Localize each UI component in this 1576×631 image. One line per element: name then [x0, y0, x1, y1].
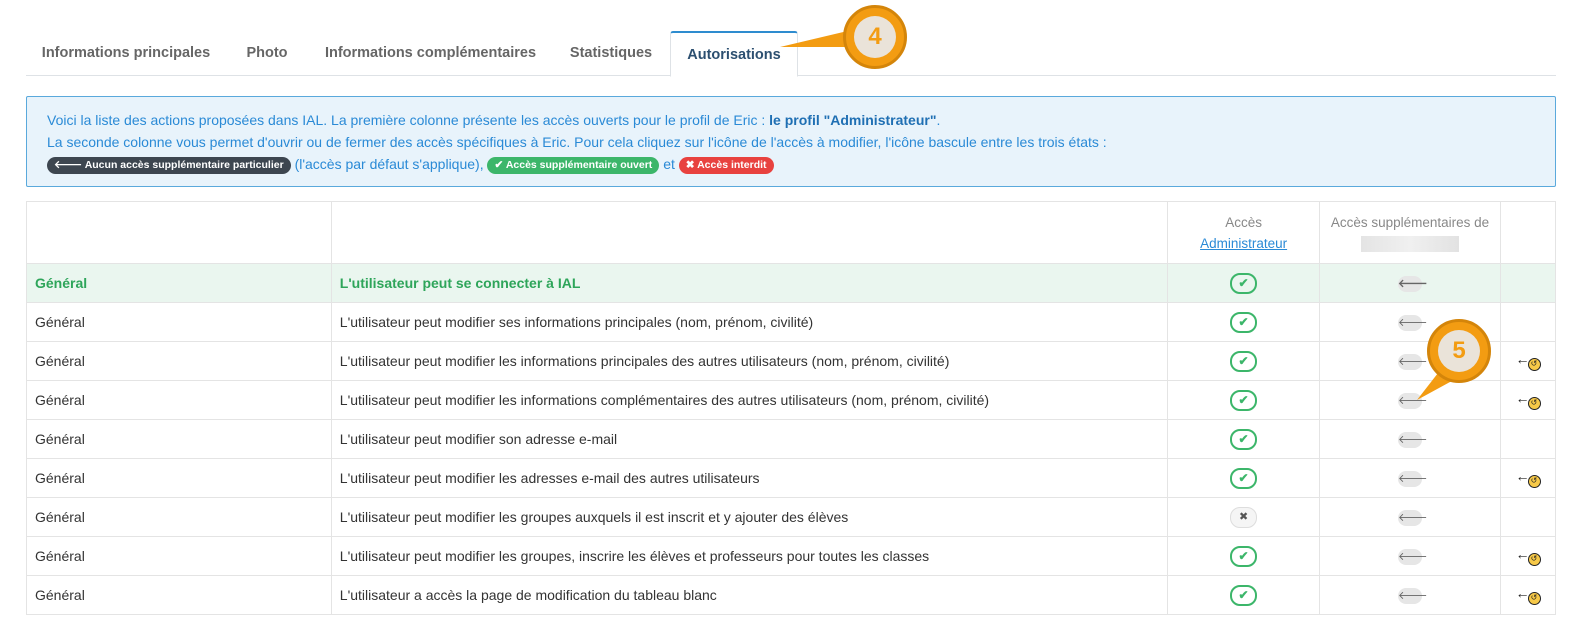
arrow-left-icon[interactable]: 🡐	[1398, 276, 1428, 292]
arrow-left-icon[interactable]: 🡐	[1398, 432, 1428, 448]
callout-5: 5	[1427, 319, 1491, 383]
row-history	[1500, 263, 1556, 303]
table-row: Général L'utilisateur peut modifier les i…	[26, 380, 1556, 420]
row-label: L'utilisateur peut modifier son adresse …	[330, 419, 1169, 459]
row-default-access: ✔	[1167, 380, 1321, 420]
row-category: Général	[26, 341, 332, 381]
row-extra-access: 🡐	[1319, 497, 1501, 537]
cross-icon: ✖	[1230, 506, 1258, 528]
info-box: Voici la liste des actions proposées dan…	[26, 96, 1556, 187]
row-category: Général	[26, 458, 332, 498]
row-category: Général	[26, 575, 332, 615]
row-extra-access: 🡐	[1319, 263, 1501, 303]
row-default-access: ✔	[1167, 575, 1321, 615]
row-history	[1500, 302, 1556, 342]
row-history	[1500, 497, 1556, 537]
tab-statistiques[interactable]: Statistiques	[553, 31, 669, 76]
row-default-access: ✔	[1167, 419, 1321, 459]
pill-forbidden: ✖ Accès interdit	[678, 157, 774, 174]
table-row: Général L'utilisateur peut se connecter à…	[26, 263, 1556, 303]
tab-autorisations[interactable]: Autorisations	[670, 31, 798, 77]
row-category: Général	[26, 302, 332, 342]
row-default-access: ✔	[1167, 536, 1321, 576]
pill-default: 🡐 Aucun accès supplémentaire particulier	[47, 157, 291, 174]
history-icon[interactable]: ←↺	[1516, 546, 1541, 566]
row-extra-access: 🡐	[1319, 419, 1501, 459]
check-icon: ✔	[1230, 428, 1258, 450]
history-icon[interactable]: ←↺	[1516, 351, 1541, 371]
check-icon: ✔	[1230, 389, 1258, 411]
row-history: ←↺	[1500, 458, 1556, 498]
tab-informations-principales[interactable]: Informations principales	[26, 31, 226, 76]
history-icon[interactable]: ←↺	[1516, 390, 1541, 410]
info-line-2: La seconde colonne vous permet d'ouvrir …	[47, 134, 1107, 150]
row-extra-access: 🡐	[1319, 536, 1501, 576]
row-label: L'utilisateur peut modifier les adresses…	[330, 458, 1169, 498]
row-extra-access: 🡐	[1319, 575, 1501, 615]
info-line-3: 🡐 Aucun accès supplémentaire particulier…	[47, 153, 1535, 175]
row-category: Général	[26, 380, 332, 420]
redacted-user-name	[1361, 235, 1460, 252]
arrow-left-icon[interactable]: 🡐	[1398, 588, 1428, 604]
callout-4: 4	[843, 5, 907, 69]
check-icon: ✔	[1230, 272, 1258, 294]
header-access-link[interactable]: Administrateur	[1200, 236, 1287, 251]
info-line-1: Voici la liste des actions proposées dan…	[47, 112, 941, 128]
row-label: L'utilisateur peut modifier les groupes …	[330, 497, 1169, 537]
arrow-left-icon[interactable]: 🡐	[1398, 549, 1428, 565]
row-default-access: ✖	[1167, 497, 1321, 537]
row-label: L'utilisateur peut modifier les groupes,…	[330, 536, 1169, 576]
arrow-left-icon[interactable]: 🡐	[1398, 510, 1428, 526]
row-extra-access: 🡐	[1319, 380, 1501, 420]
row-default-access: ✔	[1167, 458, 1321, 498]
history-icon[interactable]: ←↺	[1516, 468, 1541, 488]
row-label: L'utilisateur peut modifier les informat…	[330, 380, 1169, 420]
tab-photo[interactable]: Photo	[226, 31, 308, 76]
history-icon[interactable]: ←↺	[1516, 585, 1541, 605]
row-category: Général	[26, 536, 332, 576]
table-row: Général L'utilisateur peut modifier son a…	[26, 419, 1556, 459]
pill-open: ✔ Accès supplémentaire ouvert	[487, 157, 660, 174]
permissions-table: Accès Administrateur Accès supplémentair…	[26, 201, 1556, 615]
row-category: Général	[26, 263, 332, 303]
row-default-access: ✔	[1167, 341, 1321, 381]
row-history	[1500, 419, 1556, 459]
arrow-left-icon[interactable]: 🡐	[1398, 315, 1428, 331]
table-row: Général L'utilisateur peut modifier les g…	[26, 536, 1556, 576]
check-icon: ✔	[1230, 350, 1258, 372]
table-row: Général L'utilisateur peut modifier les i…	[26, 341, 1556, 381]
row-default-access: ✔	[1167, 302, 1321, 342]
row-label: L'utilisateur peut modifier ses informat…	[330, 302, 1169, 342]
header-extra-access: Accès supplémentaires de	[1319, 201, 1501, 264]
table-row: Général L'utilisateur peut modifier ses i…	[26, 302, 1556, 342]
tab-informations-complementaires[interactable]: Informations complémentaires	[308, 31, 553, 76]
row-history: ←↺	[1500, 575, 1556, 615]
row-extra-access: 🡐	[1319, 458, 1501, 498]
row-history: ←↺	[1500, 380, 1556, 420]
check-icon: ✔	[1230, 467, 1258, 489]
table-header-row: Accès Administrateur Accès supplémentair…	[26, 201, 1556, 264]
table-row: Général L'utilisateur peut modifier les g…	[26, 497, 1556, 537]
row-label: L'utilisateur peut se connecter à IAL	[330, 263, 1169, 303]
table-row: Général L'utilisateur peut modifier les a…	[26, 458, 1556, 498]
row-history: ←↺	[1500, 536, 1556, 576]
header-access: Accès Administrateur	[1167, 201, 1321, 264]
arrow-left-icon[interactable]: 🡐	[1398, 471, 1428, 487]
row-label: L'utilisateur a accès la page de modific…	[330, 575, 1169, 615]
row-history: ←↺	[1500, 341, 1556, 381]
table-row: Général L'utilisateur a accès la page de …	[26, 575, 1556, 615]
check-icon: ✔	[1230, 584, 1258, 606]
row-label: L'utilisateur peut modifier les informat…	[330, 341, 1169, 381]
row-category: Général	[26, 419, 332, 459]
check-icon: ✔	[1230, 311, 1258, 333]
row-category: Général	[26, 497, 332, 537]
row-default-access: ✔	[1167, 263, 1321, 303]
check-icon: ✔	[1230, 545, 1258, 567]
